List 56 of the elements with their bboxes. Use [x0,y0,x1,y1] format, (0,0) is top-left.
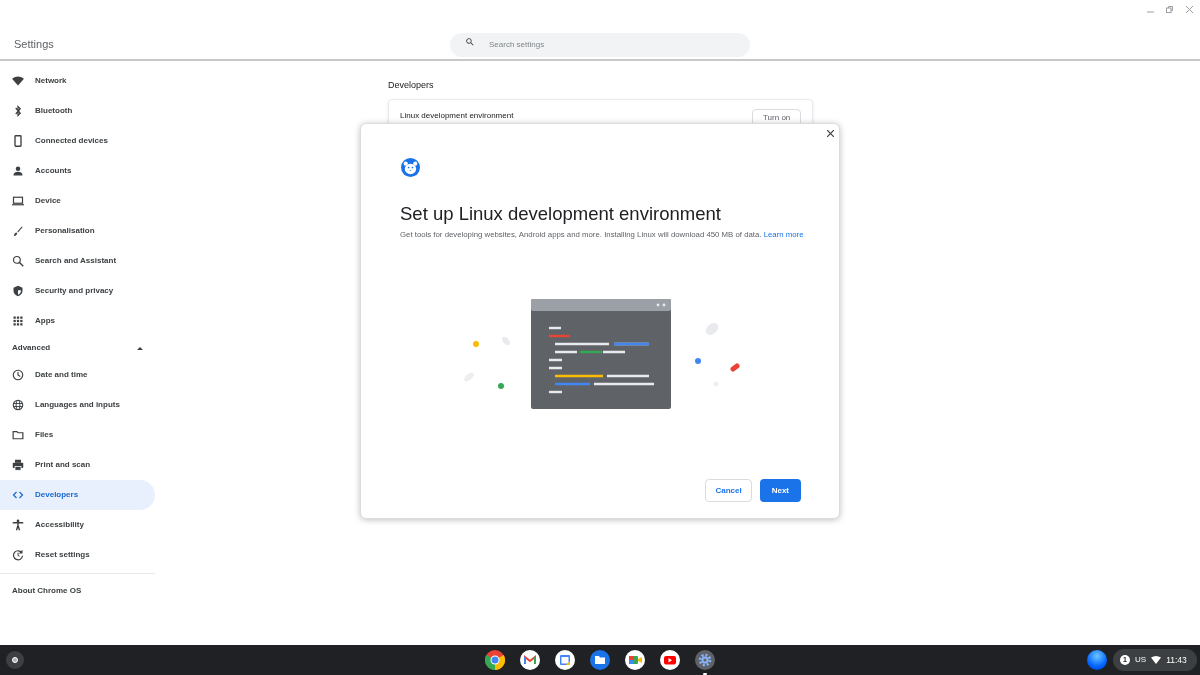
play-icon[interactable] [660,650,680,670]
section-heading: Developers [388,79,434,92]
account-avatar[interactable] [1087,650,1107,670]
video-camera-icon[interactable] [625,650,645,670]
sidebar-item[interactable]: Languages and inputs [0,390,155,420]
caret-icon [137,346,143,350]
cancel-button[interactable]: Cancel [705,479,752,502]
advanced-toggle[interactable]: Advanced [0,336,155,360]
sidebar-item[interactable]: Print and scan [0,450,155,480]
sidebar-item[interactable]: Connected devices [0,126,155,156]
sidebar-item[interactable]: Date and time [0,360,155,390]
sidebar-item[interactable]: Bluetooth [0,96,155,126]
wifi-icon [1151,656,1162,664]
folder-icon[interactable] [590,650,610,670]
grid-icon [12,315,24,327]
person-icon [12,165,24,177]
sidebar-item[interactable]: Developers [0,480,155,510]
sidebar-item[interactable]: Security and privacy [0,276,155,306]
sidebar-item[interactable]: Network [0,66,155,96]
sidebar-item[interactable]: Device [0,186,155,216]
code-icon [12,489,24,501]
sidebar-item[interactable]: Personalisation [0,216,155,246]
sidebar-item[interactable]: Apps [0,306,155,336]
reset-icon [12,549,24,561]
wifi-icon [12,75,24,87]
sidebar-item[interactable]: Reset settings [0,540,155,570]
sidebar-item[interactable]: Files [0,420,155,450]
brush-icon [12,225,24,237]
next-button[interactable]: Next [759,479,801,502]
globe-icon [12,399,24,411]
shield-icon [12,285,24,297]
window-title: Settings [14,37,54,52]
mail-icon[interactable] [520,650,540,670]
clock-icon [12,369,24,381]
bluetooth-icon [12,105,24,117]
launcher-button[interactable] [6,651,24,669]
search-field[interactable]: Search settings [450,32,750,57]
folder-icon [12,429,24,441]
laptop-icon [12,195,24,207]
setting-label: Linux development environment [400,110,514,122]
clock: 11:43 [1166,653,1187,667]
sidebar-item[interactable]: Search and Assistant [0,246,155,276]
settings-icon[interactable] [695,650,715,670]
close-icon[interactable] [827,130,834,137]
keyboard-layout: US [1135,654,1147,666]
dialog-title: Set up Linux development environment [400,202,721,226]
chrome-icon[interactable] [485,650,505,670]
phone-icon [12,135,24,147]
printer-icon [12,459,24,471]
accessibility-icon [12,519,24,531]
about-link[interactable]: About Chrome OS [12,585,82,597]
search-icon [12,255,24,267]
sidebar-item[interactable]: Accounts [0,156,155,186]
search-icon [465,37,475,47]
restore-icon[interactable] [1166,6,1173,13]
sidebar-item[interactable]: Accessibility [0,510,155,540]
